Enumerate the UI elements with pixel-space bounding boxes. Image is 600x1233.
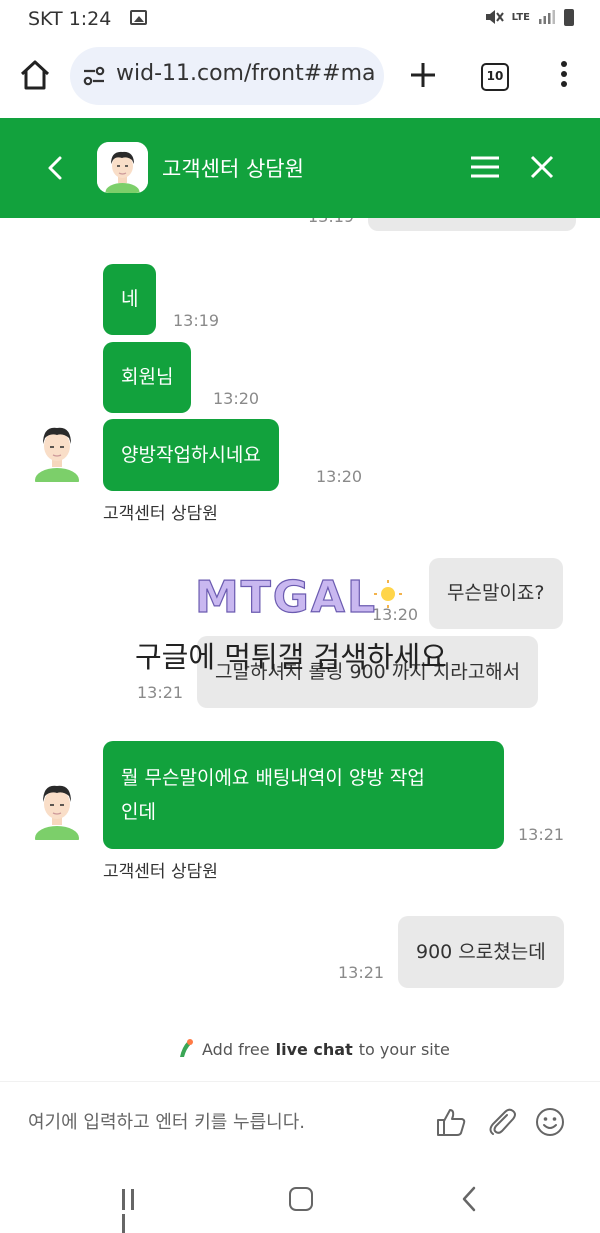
- powered-by-bar: Add free live chat to your site: [0, 1013, 600, 1081]
- chat-header: 고객센터 상담원: [0, 118, 600, 218]
- message-time: 13:21: [338, 963, 385, 982]
- partial-user-bubble: [368, 218, 576, 231]
- system-nav-bar: [0, 1165, 600, 1233]
- message-time: 13:20: [316, 467, 363, 486]
- message-composer: 여기에 입력하고 엔터 키를 누릅니다.: [0, 1081, 600, 1165]
- sender-name: 고객센터 상담원: [103, 862, 218, 882]
- home-icon[interactable]: [18, 58, 52, 92]
- powered-bold: live chat: [275, 1039, 353, 1059]
- network-type: LTE: [511, 11, 530, 23]
- agent-avatar: [32, 778, 82, 850]
- back-nav-icon[interactable]: [458, 1185, 480, 1213]
- agent-message: 뭘 무슨말이에요 배팅내역이 양방 작업 인데: [103, 741, 504, 849]
- tab-count-button[interactable]: 10: [481, 63, 509, 91]
- status-icons: LTE: [484, 8, 574, 26]
- svg-text:MTGAL: MTGAL: [195, 574, 377, 620]
- back-icon[interactable]: [40, 152, 70, 184]
- user-message: 무슨말이죠?: [429, 558, 563, 629]
- agent-face-icon: [35, 785, 79, 850]
- url-text[interactable]: wid-11.com/front##ma: [116, 61, 376, 86]
- message-time: 13:20: [213, 389, 260, 408]
- agent-message-line: 인데: [121, 801, 156, 823]
- powered-prefix: Add free: [202, 1039, 270, 1059]
- message-time: 13:19: [173, 311, 220, 330]
- watermark-text: 구글에 먹튀갤 검색하세요: [135, 640, 447, 674]
- new-tab-icon[interactable]: [406, 58, 440, 92]
- agent-message: 회원님: [103, 342, 192, 413]
- message-time: 13:21: [518, 825, 565, 844]
- recents-icon[interactable]: [122, 1189, 146, 1233]
- agent-face-icon: [97, 142, 148, 193]
- thumbs-up-icon[interactable]: [435, 1106, 467, 1138]
- agent-avatar: [97, 142, 148, 193]
- attachment-icon[interactable]: [486, 1106, 518, 1138]
- powered-by-link[interactable]: Add free live chat to your site: [176, 1037, 450, 1061]
- status-bar: SKT 1:24 LTE: [0, 0, 600, 36]
- agent-message: 네: [103, 264, 157, 335]
- status-time: SKT 1:24: [28, 8, 112, 30]
- mute-icon: [485, 10, 504, 24]
- close-icon[interactable]: [527, 152, 557, 182]
- sender-name: 고객센터 상담원: [103, 504, 218, 524]
- battery-icon: [564, 8, 574, 26]
- agent-message: 양방작업하시네요: [103, 419, 279, 491]
- message-time: 13:21: [137, 683, 184, 702]
- agent-avatar: [32, 420, 82, 492]
- agent-message-line: 뭘 무슨말이에요 배팅내역이 양방 작업: [121, 767, 425, 789]
- powered-suffix: to your site: [358, 1039, 450, 1059]
- watermark-logo: MTGAL: [195, 574, 402, 620]
- user-message: 900 으로쳤는데: [398, 916, 564, 988]
- more-options-icon[interactable]: [556, 61, 572, 93]
- chat-title: 고객센터 상담원: [162, 157, 304, 181]
- message-time: 13:19: [308, 218, 354, 226]
- site-settings-icon[interactable]: [82, 65, 106, 87]
- message-input[interactable]: 여기에 입력하고 엔터 키를 누릅니다.: [28, 1108, 305, 1134]
- browser-toolbar: wid-11.com/front##ma 10: [0, 36, 600, 118]
- address-bar[interactable]: wid-11.com/front##ma: [70, 47, 384, 105]
- menu-icon[interactable]: [470, 155, 500, 179]
- emoji-icon[interactable]: [534, 1106, 566, 1138]
- home-nav-icon[interactable]: [289, 1187, 313, 1211]
- livechat-logo-icon: [180, 1039, 193, 1057]
- image-notification-icon: [130, 10, 147, 25]
- agent-face-icon: [35, 427, 79, 492]
- signal-icon: [539, 10, 555, 24]
